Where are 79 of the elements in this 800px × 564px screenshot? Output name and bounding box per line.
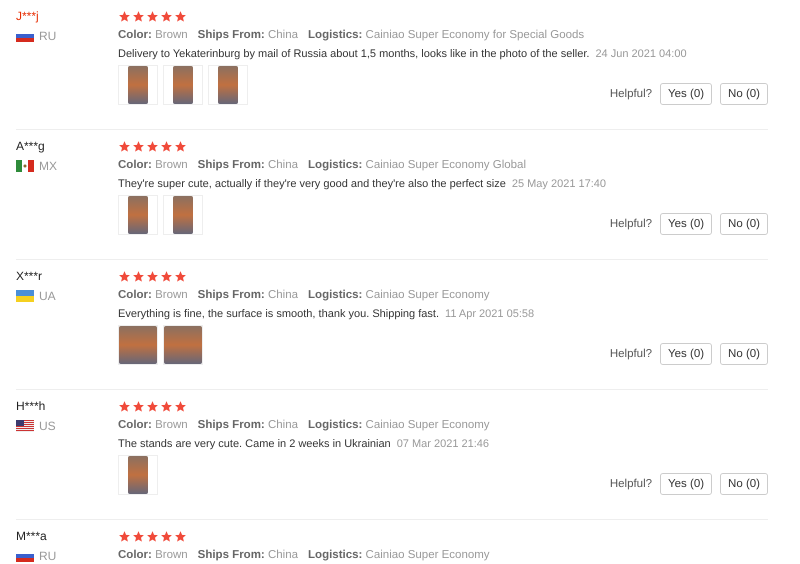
reviewer-name: A***g — [16, 139, 45, 153]
yes-button[interactable]: Yes (0) — [660, 473, 712, 495]
order-detail: Logistics: Cainiao Super Economy — [308, 289, 490, 301]
order-detail: Ships From: China — [198, 549, 298, 561]
reviewer-name: H***h — [16, 399, 46, 413]
star-icon — [174, 530, 187, 542]
star-icon — [160, 10, 173, 22]
no-button[interactable]: No (0) — [720, 473, 768, 495]
star-icon — [160, 530, 173, 542]
no-button[interactable]: No (0) — [720, 213, 768, 235]
helpful-label: Helpful? — [610, 348, 652, 360]
star-icon — [118, 10, 131, 22]
reviewer-name: M***a — [16, 529, 47, 543]
star-icon — [160, 140, 173, 152]
star-icon — [132, 140, 145, 152]
helpful-label: Helpful? — [610, 478, 652, 490]
star-icon — [146, 10, 159, 22]
star-icon — [132, 530, 145, 542]
star-icon — [132, 400, 145, 412]
country-code: UA — [39, 289, 56, 303]
star-icon — [160, 400, 173, 412]
order-detail: Ships From: China — [198, 419, 298, 431]
star-icon — [146, 140, 159, 152]
reviewer-name: J***j — [16, 9, 39, 23]
review-text: Delivery to Yekaterinburg by mail of Russia about 1,5 months, looks like in the photo of the seller. 24 Jun 2021 04:00 — [118, 48, 688, 60]
star-icon — [118, 400, 131, 412]
star-icon — [174, 10, 187, 22]
photo-placeholder[interactable] — [118, 65, 158, 105]
photo-placeholder[interactable] — [118, 325, 158, 365]
star-icon — [118, 140, 131, 152]
flag-icon — [16, 420, 34, 432]
order-detail: Color: Brown — [118, 419, 188, 431]
star-icon — [132, 10, 145, 22]
country-code: RU — [39, 29, 56, 43]
photo-placeholder[interactable] — [208, 65, 248, 105]
flag-icon — [16, 160, 34, 172]
star-icon — [174, 400, 187, 412]
photo-placeholder[interactable] — [118, 195, 158, 235]
flag-icon — [16, 290, 34, 302]
star-icon — [174, 140, 187, 152]
no-button[interactable]: No (0) — [720, 343, 768, 365]
photo-placeholder[interactable] — [163, 195, 203, 235]
helpful-label: Helpful? — [610, 218, 652, 230]
reviewer-name: X***r — [16, 269, 42, 283]
star-icon — [132, 270, 145, 282]
star-icon — [146, 270, 159, 282]
star-icon — [174, 270, 187, 282]
flag-icon — [16, 550, 34, 562]
order-detail: Ships From: China — [198, 159, 298, 171]
star-icon — [146, 530, 159, 542]
helpful-label: Helpful? — [610, 88, 652, 100]
flag-icon — [16, 30, 34, 42]
photo-placeholder[interactable] — [163, 325, 203, 365]
country-code: US — [39, 419, 56, 433]
yes-button[interactable]: Yes (0) — [660, 83, 712, 105]
order-detail: Color: Brown — [118, 29, 188, 41]
review-text: Everything is fine, the surface is smooth, thank you. Shipping fast. 11 Apr 2021 05:58 — [118, 308, 536, 320]
yes-button[interactable]: Yes (0) — [660, 213, 712, 235]
order-detail: Color: Brown — [118, 289, 188, 301]
no-button[interactable]: No (0) — [720, 83, 768, 105]
star-icon — [118, 270, 131, 282]
star-icon — [160, 270, 173, 282]
review-text: They're super cute, actually if they're very good and they're also the perfect size 25 May 2021 17:40 — [118, 178, 608, 190]
order-detail: Color: Brown — [118, 549, 188, 561]
star-icon — [146, 400, 159, 412]
photo-placeholder[interactable] — [118, 455, 158, 495]
order-detail: Color: Brown — [118, 159, 188, 171]
review-text: The stands are very cute. Came in 2 weeks in Ukrainian 07 Mar 2021 21:46 — [118, 438, 490, 450]
star-icon — [118, 530, 131, 542]
order-detail: Ships From: China — [198, 289, 298, 301]
order-detail: Logistics: Cainiao Super Economy Global — [308, 159, 526, 171]
photo-placeholder[interactable] — [163, 65, 203, 105]
order-detail: Logistics: Cainiao Super Economy for Special Goods — [308, 29, 584, 41]
order-detail: Ships From: China — [198, 29, 298, 41]
country-code: MX — [39, 159, 57, 173]
order-detail: Logistics: Cainiao Super Economy — [308, 419, 490, 431]
yes-button[interactable]: Yes (0) — [660, 343, 712, 365]
order-detail: Logistics: Cainiao Super Economy — [308, 549, 490, 561]
country-code: RU — [39, 549, 56, 563]
